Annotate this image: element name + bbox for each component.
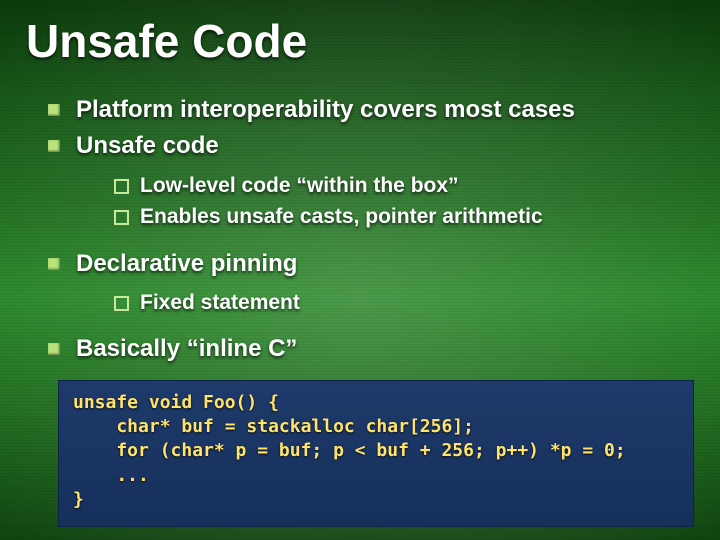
slide-title: Unsafe Code: [26, 14, 694, 68]
sub-bullet-list: Low-level code “within the box” Enables …: [76, 163, 694, 244]
code-block: unsafe void Foo() { char* buf = stackall…: [58, 380, 694, 527]
sub-bullet-text: Enables unsafe casts, pointer arithmetic: [140, 205, 543, 228]
bullet-item: Unsafe code Low-level code “within the b…: [48, 130, 694, 243]
bullet-item: Declarative pinning Fixed statement: [48, 248, 694, 330]
bullet-text: Basically “inline C”: [76, 335, 297, 362]
bullet-text: Declarative pinning: [76, 250, 297, 277]
sub-bullet-item: Enables unsafe casts, pointer arithmetic: [114, 202, 694, 231]
bullet-item: Platform interoperability covers most ca…: [48, 94, 694, 126]
bullet-text: Platform interoperability covers most ca…: [76, 96, 575, 123]
bullet-text: Unsafe code: [76, 132, 219, 159]
sub-bullet-list: Fixed statement: [76, 280, 694, 329]
sub-bullet-item: Fixed statement: [114, 288, 694, 317]
sub-bullet-text: Fixed statement: [140, 291, 300, 314]
sub-bullet-text: Low-level code “within the box”: [140, 174, 459, 197]
sub-bullet-item: Low-level code “within the box”: [114, 171, 694, 200]
slide: Unsafe Code Platform interoperability co…: [0, 0, 720, 527]
bullet-item: Basically “inline C”: [48, 333, 694, 365]
bullet-list: Platform interoperability covers most ca…: [26, 94, 694, 366]
